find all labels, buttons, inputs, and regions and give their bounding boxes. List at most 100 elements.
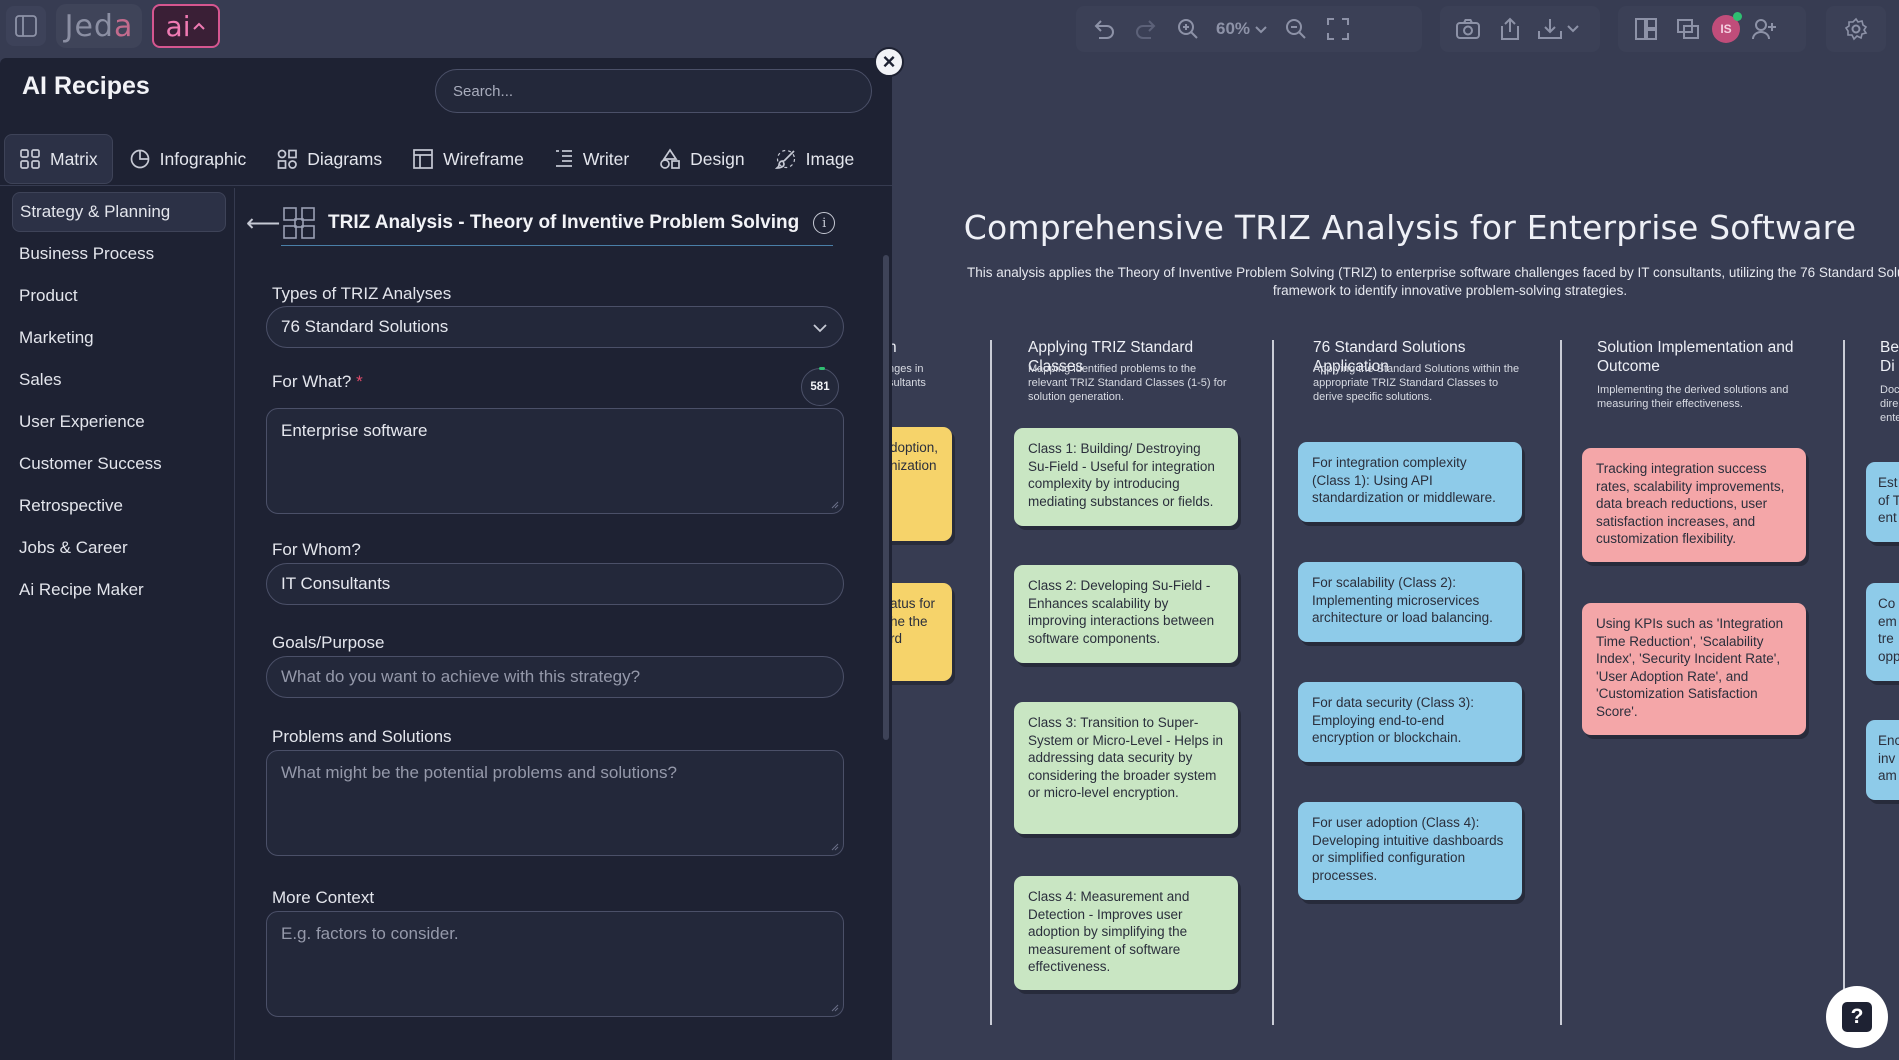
category-jobs-career[interactable]: Jobs & Career (12, 528, 226, 568)
close-panel-button[interactable]: × (874, 47, 904, 77)
logo-text: Jed (64, 8, 114, 44)
category-strategy-planning[interactable]: Strategy & Planning (12, 192, 226, 232)
problems-placeholder: What might be the potential problems and… (281, 763, 677, 782)
tab-label: Diagrams (307, 148, 383, 169)
tabs-divider (0, 185, 892, 186)
fit-screen-button[interactable] (1320, 11, 1356, 47)
canvas-title[interactable]: Comprehensive TRIZ Analysis for Enterpri… (960, 208, 1860, 247)
back-arrow-icon[interactable]: ⟵ (246, 209, 280, 238)
chevron-up-icon (193, 22, 206, 30)
category-divider (234, 188, 235, 1060)
undo-icon (1094, 20, 1114, 39)
panel-scrollbar[interactable] (883, 255, 889, 740)
category-sales[interactable]: Sales (12, 360, 226, 400)
sidebar-toggle-button[interactable] (6, 6, 46, 46)
zoom-in-button[interactable] (1170, 11, 1206, 47)
edit-zoom-toolbar: 60% (1076, 6, 1422, 52)
tab-writer[interactable]: Writer (540, 134, 643, 184)
for-what-label: For What? * (272, 372, 363, 392)
category-ai-recipe-maker[interactable]: Ai Recipe Maker (12, 570, 226, 610)
column-description[interactable]: Doc dire ente (1880, 383, 1899, 425)
wireframe-icon (413, 149, 433, 169)
screenshot-button[interactable] (1450, 11, 1486, 47)
triz-type-select[interactable]: 76 Standard Solutions (266, 306, 844, 348)
goals-placeholder: What do you want to achieve with this st… (281, 667, 641, 686)
problems-label: Problems and Solutions (272, 727, 452, 746)
download-button[interactable] (1534, 11, 1584, 47)
jeda-logo[interactable]: Jed a (56, 4, 142, 48)
camera-icon (1456, 19, 1480, 39)
column-heading[interactable]: Be Di (1880, 338, 1899, 376)
category-product[interactable]: Product (12, 276, 226, 316)
column-divider (1272, 340, 1274, 1025)
zoom-level: 60% (1216, 19, 1251, 38)
info-icon[interactable]: i (813, 212, 836, 234)
tab-label: Image (805, 148, 855, 169)
for-whom-label: For Whom? (272, 540, 361, 559)
goals-label: Goals/Purpose (272, 633, 385, 652)
column-heading[interactable]: Solution Implementation and Outcome (1597, 338, 1817, 376)
sticky-note[interactable]: Enc inv am (1866, 720, 1899, 800)
column-description[interactable]: Implementing the derived solutions and m… (1597, 383, 1807, 411)
recipe-search-input[interactable] (435, 69, 872, 113)
category-business-process[interactable]: Business Process (12, 234, 226, 274)
layout-icon (1635, 18, 1657, 40)
category-user-experience[interactable]: User Experience (12, 402, 226, 442)
tab-infographic[interactable]: Infographic (115, 134, 261, 184)
settings-button[interactable] (1838, 11, 1874, 47)
for-what-textarea[interactable]: Enterprise software (266, 408, 844, 514)
tab-label: Design (690, 148, 745, 169)
sticky-note[interactable]: Tracking integration success rates, scal… (1582, 448, 1806, 562)
zoom-out-icon (1286, 19, 1306, 39)
sticky-note[interactable]: For scalability (Class 2): Implementing … (1298, 562, 1522, 642)
layout-panel-button[interactable] (1628, 11, 1664, 47)
sidebar-panel-icon (15, 15, 37, 37)
user-avatar[interactable]: IS (1712, 12, 1742, 43)
canvas-subtitle[interactable]: This analysis applies the Theory of Inve… (880, 264, 1899, 300)
sticky-note[interactable]: Est of T ent (1866, 462, 1899, 542)
share-button[interactable] (1492, 11, 1528, 47)
tab-label: Writer (582, 148, 630, 169)
ai-recipes-button[interactable]: ai (152, 4, 220, 48)
types-label: Types of TRIZ Analyses (272, 284, 452, 303)
sticky-note[interactable]: For integration complexity (Class 1): Us… (1298, 442, 1522, 522)
column-description[interactable]: Applying the Standard Solutions within t… (1313, 362, 1523, 404)
category-customer-success[interactable]: Customer Success (12, 444, 226, 484)
sticky-note[interactable]: Class 1: Building/ Destroying Su-Field -… (1014, 428, 1238, 526)
tab-label: Wireframe (443, 148, 524, 169)
tab-design[interactable]: Design (645, 134, 758, 184)
sticky-note[interactable]: Class 4: Measurement and Detection - Imp… (1014, 876, 1238, 990)
context-textarea[interactable]: E.g. factors to consider. (266, 911, 844, 1017)
resize-handle-icon[interactable] (831, 501, 839, 509)
category-retrospective[interactable]: Retrospective (12, 486, 226, 526)
problems-textarea[interactable]: What might be the potential problems and… (266, 750, 844, 856)
column-description[interactable]: nges in sultants (888, 362, 926, 390)
help-icon: ? (1842, 1002, 1872, 1032)
category-marketing[interactable]: Marketing (12, 318, 226, 358)
for-whom-input[interactable]: IT Consultants (266, 563, 844, 605)
sticky-note[interactable]: For data security (Class 3): Employing e… (1298, 682, 1522, 762)
presentation-button[interactable] (1670, 11, 1706, 47)
zoom-level-dropdown[interactable]: 60% (1212, 19, 1272, 39)
sticky-note[interactable]: For user adoption (Class 4): Developing … (1298, 802, 1522, 900)
resize-handle-icon[interactable] (831, 843, 839, 851)
tab-matrix[interactable]: Matrix (4, 134, 113, 184)
column-description[interactable]: Mapping identified problems to the relev… (1028, 362, 1238, 404)
column-divider (1560, 340, 1562, 1025)
resize-handle-icon[interactable] (831, 1004, 839, 1012)
sticky-note[interactable]: Co em tre opp (1866, 583, 1899, 681)
invite-user-button[interactable] (1746, 11, 1782, 47)
tab-image[interactable]: Image (761, 134, 869, 184)
sticky-note[interactable]: Using KPIs such as 'Integration Time Red… (1582, 603, 1806, 735)
zoom-out-button[interactable] (1278, 11, 1314, 47)
sticky-note[interactable]: Class 2: Developing Su-Field - Enhances … (1014, 565, 1238, 663)
redo-button[interactable] (1128, 11, 1164, 47)
sticky-note[interactable]: Class 3: Transition to Super-System or M… (1014, 702, 1238, 834)
goals-input[interactable]: What do you want to achieve with this st… (266, 656, 844, 698)
help-button[interactable]: ? (1826, 986, 1888, 1048)
recipe-title-underline (281, 245, 833, 246)
tab-diagrams[interactable]: Diagrams (262, 134, 396, 184)
tab-wireframe[interactable]: Wireframe (398, 134, 538, 184)
character-counter: 581 (801, 367, 839, 406)
undo-button[interactable] (1086, 11, 1122, 47)
